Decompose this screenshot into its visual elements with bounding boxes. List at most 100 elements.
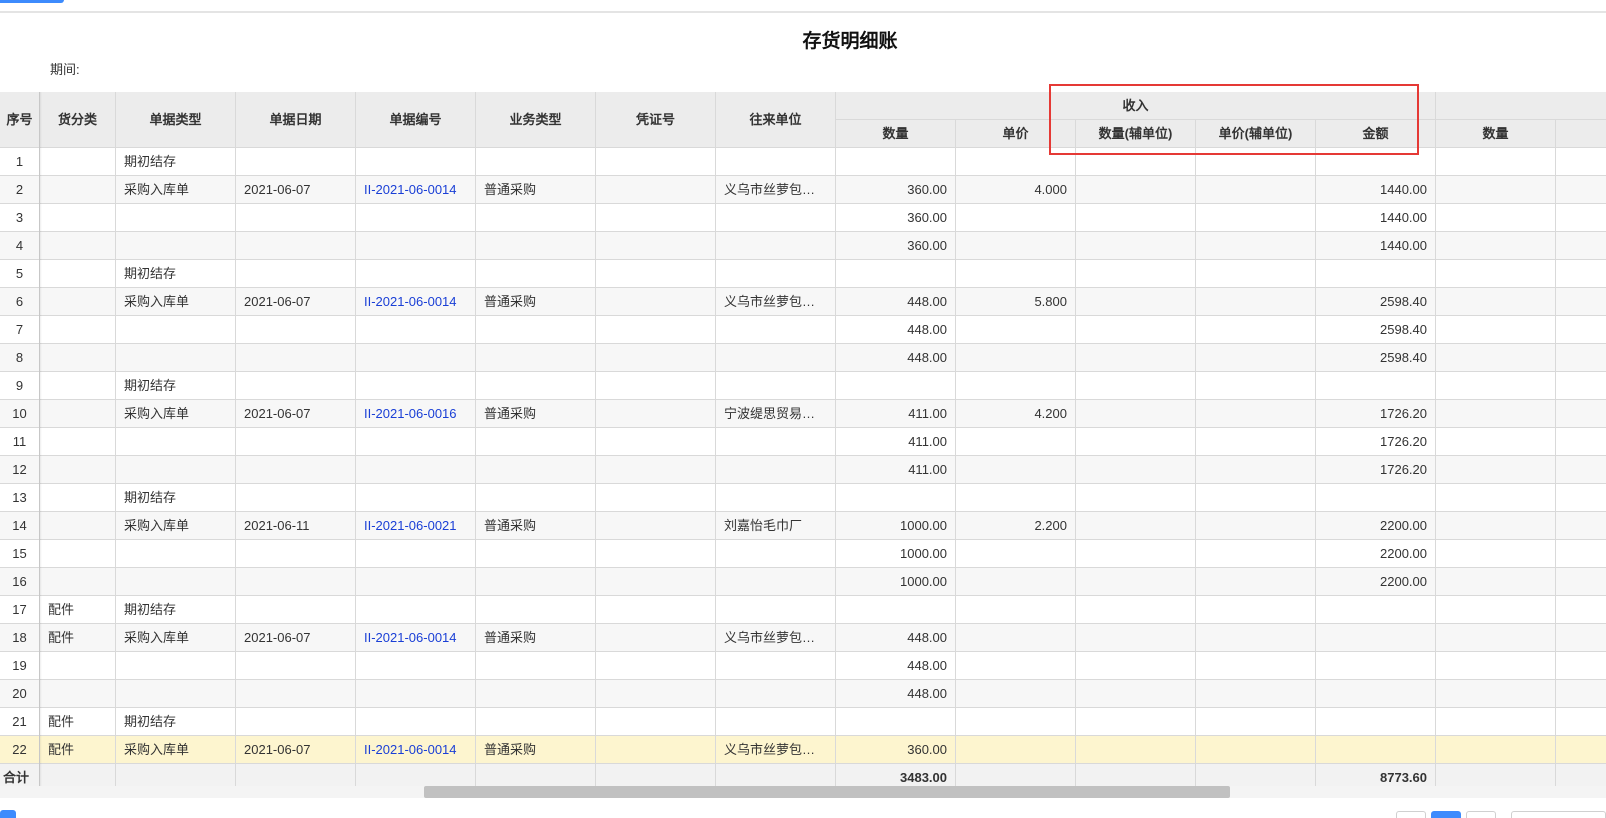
- header-qty2[interactable]: 数量: [1436, 120, 1556, 148]
- table-cell-doc-no[interactable]: [356, 540, 476, 568]
- table-cell-doc-no[interactable]: [356, 428, 476, 456]
- table-cell-doc-no[interactable]: [356, 680, 476, 708]
- table-cell-doc-date: [236, 344, 356, 372]
- table-row[interactable]: 22 配件 采购入库单 2021-06-07 II-2021-06-0014 普通采购 义乌…: [0, 736, 1606, 764]
- table-row[interactable]: 21 配件 期初结存: [0, 708, 1606, 736]
- header-aux-price[interactable]: 单价(辅单位): [1196, 120, 1316, 148]
- table-cell-biz-type: 普通采购: [476, 736, 596, 764]
- table-cell-doc-no[interactable]: [356, 652, 476, 680]
- pager-jump-input[interactable]: [1511, 811, 1606, 818]
- table-cell-doc-no[interactable]: [356, 596, 476, 624]
- header-doc-date[interactable]: 单据日期: [236, 92, 356, 148]
- total-cell: [40, 764, 116, 786]
- table-cell-amount: 1726.20: [1316, 428, 1436, 456]
- table-row[interactable]: 8 448.00 2598.40: [0, 344, 1606, 372]
- table-row[interactable]: 11 411.00 1726.20: [0, 428, 1606, 456]
- total-cell: [956, 764, 1076, 786]
- table-cell-biz-type: 普通采购: [476, 512, 596, 540]
- table-cell-doc-no[interactable]: II-2021-06-0021: [356, 512, 476, 540]
- header-doc-type[interactable]: 单据类型: [116, 92, 236, 148]
- page-size-button[interactable]: [0, 810, 16, 818]
- total-cell: [476, 764, 596, 786]
- table-cell-biz-type: 普通采购: [476, 176, 596, 204]
- table-cell-doc-no[interactable]: [356, 204, 476, 232]
- header-amount[interactable]: 金额: [1316, 120, 1436, 148]
- table-cell-aux-price: [1196, 484, 1316, 512]
- table-row[interactable]: 1 期初结存: [0, 148, 1606, 176]
- header-qty[interactable]: 数量: [836, 120, 956, 148]
- header-voucher[interactable]: 凭证号: [596, 92, 716, 148]
- table-row[interactable]: 4 360.00 1440.00: [0, 232, 1606, 260]
- table-cell-aux-qty: [1076, 288, 1196, 316]
- table-row[interactable]: 6 采购入库单 2021-06-07 II-2021-06-0014 普通采购 义乌市丝萝…: [0, 288, 1606, 316]
- header-price[interactable]: 单价: [956, 120, 1076, 148]
- table-cell-doc-type: 采购入库单: [116, 176, 236, 204]
- table-cell-voucher: [596, 512, 716, 540]
- table-cell-seq: 12: [0, 456, 40, 484]
- table-row[interactable]: 3 360.00 1440.00: [0, 204, 1606, 232]
- table-cell-doc-no[interactable]: [356, 232, 476, 260]
- table-cell-doc-no[interactable]: [356, 568, 476, 596]
- table-cell-doc-no[interactable]: [356, 316, 476, 344]
- header-aux-qty[interactable]: 数量(辅单位): [1076, 120, 1196, 148]
- table-cell-doc-no[interactable]: [356, 708, 476, 736]
- table-row[interactable]: 15 1000.00 2200.00: [0, 540, 1606, 568]
- pager-next-button[interactable]: [1466, 811, 1496, 818]
- table-cell-doc-no[interactable]: II-2021-06-0014: [356, 736, 476, 764]
- table-cell-voucher: [596, 456, 716, 484]
- table-cell-doc-no[interactable]: [356, 260, 476, 288]
- table-row[interactable]: 12 411.00 1726.20: [0, 456, 1606, 484]
- table-cell-doc-no[interactable]: [356, 484, 476, 512]
- table-row[interactable]: 10 采购入库单 2021-06-07 II-2021-06-0016 普通采购 宁波缇思…: [0, 400, 1606, 428]
- table-cell-doc-date: [236, 484, 356, 512]
- header-doc-no[interactable]: 单据编号: [356, 92, 476, 148]
- table-cell-doc-no[interactable]: II-2021-06-0014: [356, 176, 476, 204]
- table-row[interactable]: 20 448.00: [0, 680, 1606, 708]
- table-cell-doc-type: [116, 568, 236, 596]
- table-row[interactable]: 14 采购入库单 2021-06-11 II-2021-06-0021 普通采购 刘嘉怡毛…: [0, 512, 1606, 540]
- table-cell-qty2: [1436, 232, 1556, 260]
- table-cell-category: [40, 288, 116, 316]
- table-cell-doc-no[interactable]: [356, 456, 476, 484]
- table-cell-doc-no[interactable]: [356, 148, 476, 176]
- table-cell-price: [956, 568, 1076, 596]
- table-cell-cut: [1556, 428, 1606, 456]
- table-cell-doc-no[interactable]: II-2021-06-0014: [356, 288, 476, 316]
- table-cell-amount: [1316, 484, 1436, 512]
- header-category[interactable]: 货分类: [40, 92, 116, 148]
- table-cell-doc-no[interactable]: II-2021-06-0016: [356, 400, 476, 428]
- table-cell-doc-type: [116, 456, 236, 484]
- table-cell-biz-type: 普通采购: [476, 288, 596, 316]
- header-biz-type[interactable]: 业务类型: [476, 92, 596, 148]
- header-cut[interactable]: 单: [1556, 120, 1606, 148]
- table-cell-category: [40, 204, 116, 232]
- pager-page-1-button[interactable]: [1431, 811, 1461, 818]
- table-row[interactable]: 19 448.00: [0, 652, 1606, 680]
- table-row[interactable]: 2 采购入库单 2021-06-07 II-2021-06-0014 普通采购 义乌市丝萝…: [0, 176, 1606, 204]
- table-cell-cut: [1556, 400, 1606, 428]
- table-cell-cut: [1556, 456, 1606, 484]
- active-tab-indicator[interactable]: [0, 0, 64, 3]
- table-cell-doc-no[interactable]: [356, 372, 476, 400]
- table-row[interactable]: 7 448.00 2598.40: [0, 316, 1606, 344]
- table-row[interactable]: 16 1000.00 2200.00: [0, 568, 1606, 596]
- table-row[interactable]: 18 配件 采购入库单 2021-06-07 II-2021-06-0014 普通采购 义乌…: [0, 624, 1606, 652]
- header-partner[interactable]: 往来单位: [716, 92, 836, 148]
- table-cell-partner: [716, 652, 836, 680]
- table-row[interactable]: 5 期初结存: [0, 260, 1606, 288]
- table-cell-qty2: [1436, 456, 1556, 484]
- table-cell-category: 配件: [40, 736, 116, 764]
- header-seq[interactable]: 序号: [0, 92, 40, 148]
- table-cell-price: [956, 344, 1076, 372]
- table-cell-voucher: [596, 624, 716, 652]
- horizontal-scrollbar-thumb[interactable]: [424, 786, 1230, 798]
- pager-prev-button[interactable]: [1396, 811, 1426, 818]
- table-row[interactable]: 9 期初结存: [0, 372, 1606, 400]
- table-row[interactable]: 13 期初结存: [0, 484, 1606, 512]
- table-cell-qty2: [1436, 204, 1556, 232]
- table-cell-doc-no[interactable]: [356, 344, 476, 372]
- table-cell-category: [40, 372, 116, 400]
- table-cell-cut: [1556, 736, 1606, 764]
- table-row[interactable]: 17 配件 期初结存: [0, 596, 1606, 624]
- table-cell-doc-no[interactable]: II-2021-06-0014: [356, 624, 476, 652]
